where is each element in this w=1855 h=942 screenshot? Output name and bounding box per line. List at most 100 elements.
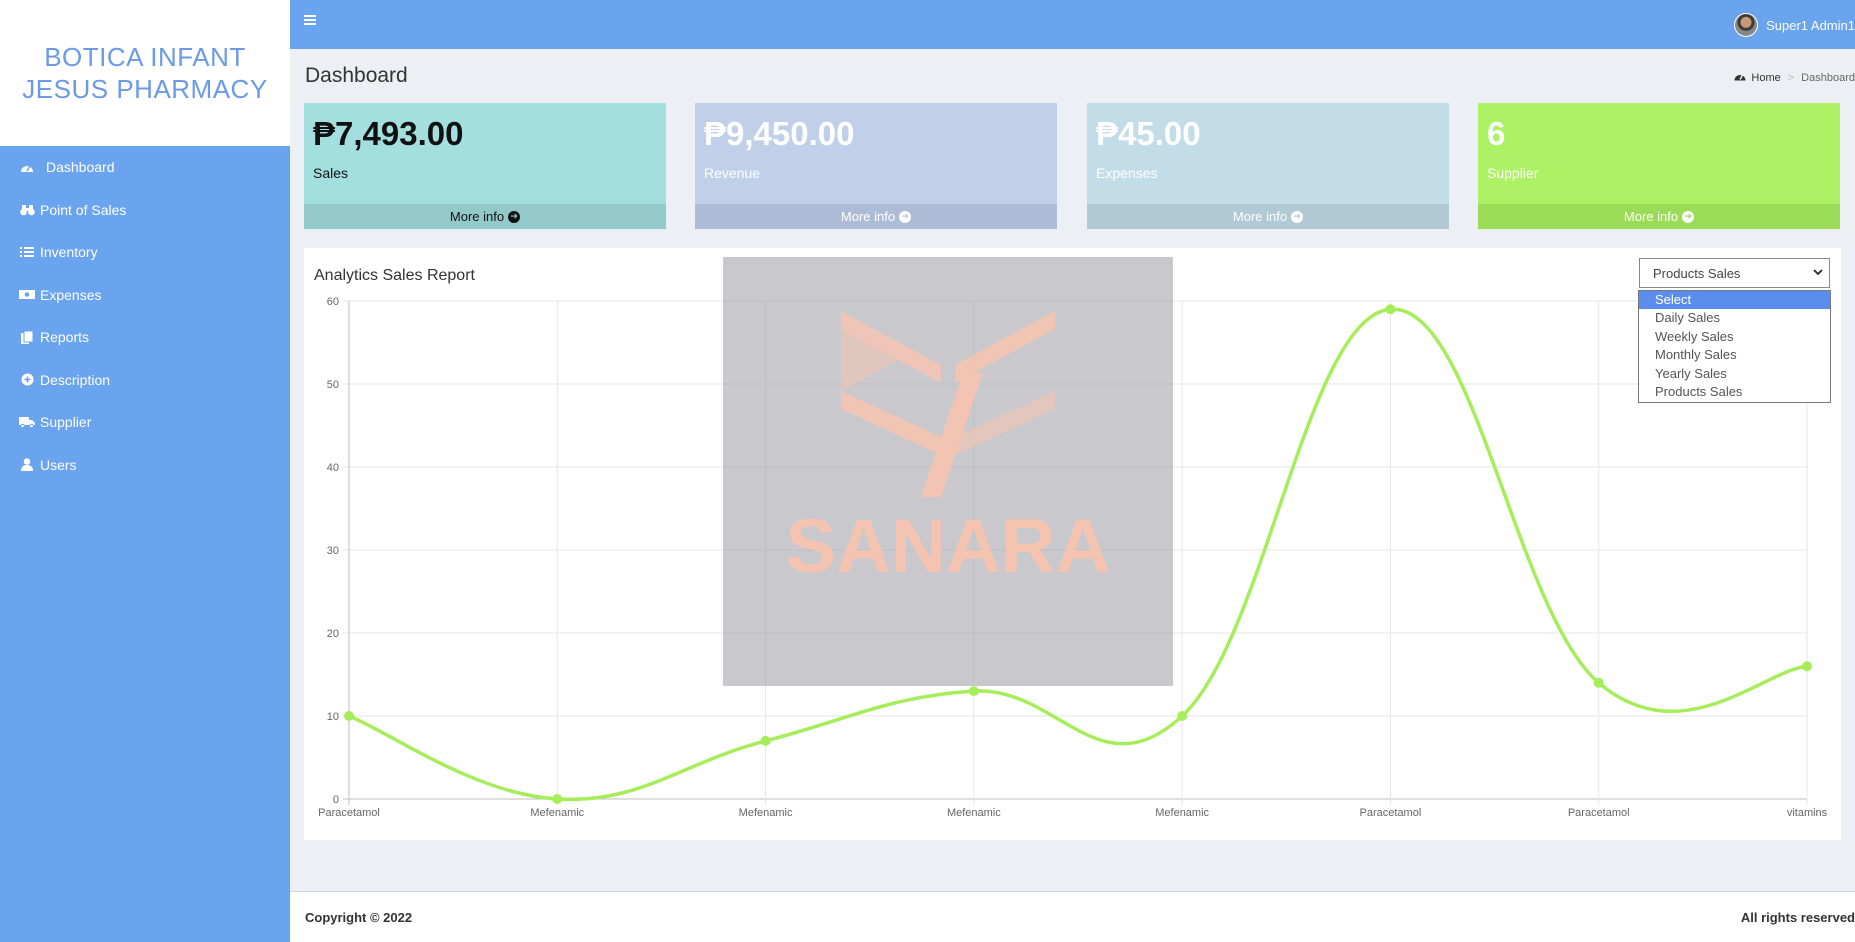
x-tick-label: Paracetamol [1568, 807, 1630, 819]
copyright-text: Copyright © 2022 [305, 910, 413, 925]
stat-label: Sales [313, 165, 349, 181]
user-icon [18, 458, 36, 472]
more-info-link[interactable]: More info ➜ [1478, 204, 1840, 229]
dashboard-icon [1734, 71, 1746, 84]
more-info-label: More info [1623, 209, 1679, 224]
stat-value: ₱9,450.00 [704, 115, 855, 152]
sidebar-item-supplier[interactable]: Supplier [0, 401, 290, 444]
files-icon [18, 330, 36, 344]
sidebar-item-label: Users [40, 456, 77, 473]
report-type-select[interactable]: Products Sales [1639, 258, 1830, 288]
arrow-circle-right-icon: ➜ [508, 210, 521, 223]
dropdown-option-monthly[interactable]: Monthly Sales [1639, 346, 1830, 364]
x-tick-label: Mefenamic [530, 807, 584, 819]
truck-icon [18, 416, 36, 429]
sidebar-item-point-of-sales[interactable]: Point of Sales [0, 189, 290, 232]
more-info-label: More info [1232, 209, 1288, 224]
stat-value: ₱7,493.00 [313, 115, 464, 152]
sidebar-item-reports[interactable]: Reports [0, 316, 290, 359]
more-info-link[interactable]: More info ➜ [1087, 204, 1449, 229]
sidebar-item-label: Point of Sales [40, 201, 127, 218]
arrow-circle-right-icon: ➜ [1291, 210, 1304, 223]
watermark-text: SANARA [785, 504, 1110, 589]
code-logo-icon: SANARA [785, 311, 1111, 589]
brand-logo[interactable]: BOTICA INFANT JESUS PHARMACY [0, 0, 290, 146]
breadcrumb-current: Dashboard [1801, 71, 1855, 84]
top-navbar: Super1 Admin1 [290, 0, 1855, 49]
x-tick-label: Paracetamol [318, 807, 380, 819]
sidebar-item-users[interactable]: Users [0, 444, 290, 487]
more-info-link[interactable]: More info ➜ [304, 204, 666, 229]
arrow-circle-right-icon: ➜ [1682, 210, 1695, 223]
more-info-link[interactable]: More info ➜ [695, 204, 1057, 229]
circle-plus-icon [18, 373, 36, 386]
x-tick-label: vitamins [1787, 807, 1828, 819]
watermark-overlay: SANARA [723, 257, 1173, 686]
brand-line-2: JESUS PHARMACY [22, 74, 268, 104]
y-tick-label: 50 [327, 379, 339, 391]
data-point [1593, 677, 1604, 688]
money-icon [18, 289, 36, 300]
chevron-down-icon [1813, 266, 1823, 280]
more-info-label: More info [840, 209, 896, 224]
stat-label: Expenses [1096, 165, 1158, 181]
user-name: Super1 Admin1 [1766, 17, 1855, 33]
binoculars-icon [18, 204, 36, 216]
sidebar-item-label: Reports [40, 329, 90, 346]
x-tick-label: Mefenamic [947, 807, 1001, 819]
data-point [968, 686, 979, 697]
more-info-label: More info [449, 209, 505, 224]
y-tick-label: 30 [327, 545, 339, 557]
dropdown-option-yearly[interactable]: Yearly Sales [1639, 365, 1830, 383]
sidebar-item-description[interactable]: Description [0, 359, 290, 402]
y-tick-label: 20 [327, 628, 339, 640]
data-point [1177, 711, 1188, 721]
x-tick-label: Mefenamic [739, 807, 793, 819]
x-tick-label: Mefenamic [1155, 807, 1209, 819]
avatar [1734, 13, 1759, 37]
dropdown-option-daily[interactable]: Daily Sales [1639, 309, 1830, 327]
stat-box-expenses: ₱45.00 Expenses More info ➜ [1087, 103, 1449, 229]
report-type-dropdown: Select Daily Sales Weekly Sales Monthly … [1638, 290, 1831, 403]
dropdown-option-products[interactable]: Products Sales [1639, 383, 1830, 401]
page-title: Dashboard [305, 64, 408, 87]
breadcrumb-separator: > [1787, 71, 1795, 84]
stat-value: 6 [1487, 115, 1506, 152]
dropdown-option-select[interactable]: Select [1639, 291, 1830, 310]
stat-box-supplier: 6 Supplier More info ➜ [1478, 103, 1840, 229]
sidebar-item-dashboard[interactable]: Dashboard [0, 146, 290, 189]
sidebar-item-label: Expenses [40, 286, 102, 303]
brand-line-1: BOTICA INFANT [44, 42, 246, 72]
breadcrumb: Home > Dashboard [1734, 71, 1855, 84]
sidebar-item-inventory[interactable]: Inventory [0, 231, 290, 274]
dropdown-option-weekly[interactable]: Weekly Sales [1639, 328, 1830, 346]
sidebar-item-label: Description [40, 371, 111, 388]
brand-name: BOTICA INFANT JESUS PHARMACY [22, 41, 267, 105]
y-tick-label: 40 [327, 462, 339, 474]
data-point [344, 711, 354, 721]
sidebar-item-label: Dashboard [46, 159, 115, 176]
stat-box-sales: ₱7,493.00 Sales More info ➜ [304, 103, 666, 229]
sidebar-item-label: Supplier [40, 414, 92, 431]
page-footer: Copyright © 2022 All rights reserved [290, 891, 1855, 942]
sidebar-menu: Dashboard Point of Sales Inventory Expen… [0, 146, 290, 486]
data-point [1802, 661, 1812, 672]
x-tick-label: Paracetamol [1360, 807, 1422, 819]
data-point [760, 735, 771, 746]
stat-value: ₱45.00 [1096, 115, 1201, 152]
menu-toggle-icon[interactable] [304, 14, 318, 28]
dashboard-icon [18, 161, 36, 173]
breadcrumb-home-link[interactable]: Home [1751, 72, 1780, 84]
stat-label: Supplier [1487, 165, 1539, 181]
stat-label: Revenue [704, 165, 761, 181]
y-tick-label: 10 [327, 711, 339, 723]
sidebar: BOTICA INFANT JESUS PHARMACY Dashboard P… [0, 0, 290, 942]
stat-box-revenue: ₱9,450.00 Revenue More info ➜ [695, 103, 1057, 229]
list-icon [18, 246, 36, 258]
arrow-circle-right-icon: ➜ [899, 210, 912, 223]
data-point [552, 794, 563, 804]
user-menu[interactable]: Super1 Admin1 [1734, 13, 1855, 37]
data-point [1385, 304, 1396, 315]
y-tick-label: 0 [333, 794, 339, 806]
sidebar-item-expenses[interactable]: Expenses [0, 274, 290, 317]
